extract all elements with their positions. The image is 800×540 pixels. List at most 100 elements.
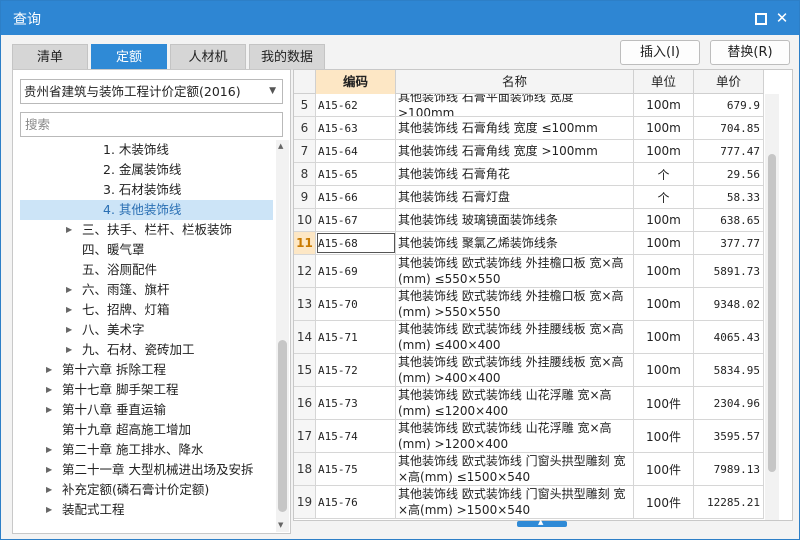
search-input[interactable]: 搜索	[20, 112, 283, 137]
expand-arrow-icon[interactable]: ▶	[66, 280, 72, 300]
row-number[interactable]: 12	[294, 255, 316, 287]
expand-arrow-icon[interactable]: ▶	[66, 340, 72, 360]
header-code[interactable]: 编码	[316, 70, 396, 94]
table-row[interactable]: 11 A15-68 其他装饰线 聚氯乙烯装饰线条 100m 377.77	[294, 232, 764, 255]
tree-item[interactable]: 4. 其他装饰线	[20, 200, 273, 220]
table-row[interactable]: 17 A15-74 其他装饰线 欧式装饰线 山花浮雕 宽×高(mm) >1200×4…	[294, 420, 764, 453]
scroll-up-icon[interactable]: ▲	[278, 142, 283, 150]
title-bar[interactable]: 查询 ✕	[1, 1, 799, 35]
tab-bill[interactable]: 清单	[12, 44, 88, 70]
cell-unit: 100m	[634, 321, 694, 353]
cell-code: A15-75	[316, 453, 396, 485]
row-number[interactable]: 10	[294, 209, 316, 231]
tree-item[interactable]: ▶ 装配式工程	[20, 500, 273, 520]
table-row[interactable]: 15 A15-72 其他装饰线 欧式装饰线 外挂腰线板 宽×高(mm) >400×4…	[294, 354, 764, 387]
grid-scrollbar[interactable]	[765, 94, 779, 520]
tree-item[interactable]: ▶ 七、招牌、灯箱	[20, 300, 273, 320]
row-number[interactable]: 14	[294, 321, 316, 353]
library-select[interactable]: 贵州省建筑与装饰工程计价定额(2016) ▼	[20, 79, 283, 104]
table-row[interactable]: 18 A15-75 其他装饰线 欧式装饰线 门窗头拱型雕刻 宽×高(mm) ≤150…	[294, 453, 764, 486]
panel-splitter[interactable]: ▲	[517, 518, 567, 527]
header-price[interactable]: 单价	[694, 70, 764, 94]
quota-tree-panel: 贵州省建筑与装饰工程计价定额(2016) ▼ 搜索 1. 木装饰线 2. 金属装饰…	[12, 69, 291, 534]
tree-item[interactable]: ▶ 第二十章 施工排水、降水	[20, 440, 273, 460]
grid-scrollbar-thumb[interactable]	[768, 154, 776, 472]
tree-item[interactable]: 五、浴厕配件	[20, 260, 273, 280]
replace-button[interactable]: 替换(R)	[710, 40, 790, 65]
expand-arrow-icon[interactable]: ▶	[66, 220, 72, 240]
expand-arrow-icon[interactable]: ▶	[46, 500, 52, 520]
row-number[interactable]: 17	[294, 420, 316, 452]
row-number[interactable]: 11	[294, 232, 316, 254]
header-name[interactable]: 名称	[396, 70, 634, 94]
tree-item-label: 第十九章 超高施工增加	[62, 422, 191, 437]
row-number[interactable]: 7	[294, 140, 316, 162]
row-number[interactable]: 5	[294, 94, 316, 116]
row-number[interactable]: 13	[294, 288, 316, 320]
table-row[interactable]: 14 A15-71 其他装饰线 欧式装饰线 外挂腰线板 宽×高(mm) ≤400×4…	[294, 321, 764, 354]
tree-item[interactable]: 第十九章 超高施工增加	[20, 420, 273, 440]
tree-item[interactable]: ▶ 六、雨篷、旗杆	[20, 280, 273, 300]
tree-item[interactable]: ▶ 八、美术字	[20, 320, 273, 340]
row-number[interactable]: 18	[294, 453, 316, 485]
chevron-up-icon[interactable]: ▲	[538, 518, 543, 526]
cell-code: A15-67	[316, 209, 396, 231]
expand-arrow-icon[interactable]: ▶	[46, 360, 52, 380]
row-number[interactable]: 19	[294, 486, 316, 518]
row-number[interactable]: 6	[294, 117, 316, 139]
tab-my-data[interactable]: 我的数据	[249, 44, 325, 70]
table-row[interactable]: 19 A15-76 其他装饰线 欧式装饰线 门窗头拱型雕刻 宽×高(mm) >150…	[294, 486, 764, 519]
table-row[interactable]: 10 A15-67 其他装饰线 玻璃镜面装饰线条 100m 638.65	[294, 209, 764, 232]
table-row[interactable]: 16 A15-73 其他装饰线 欧式装饰线 山花浮雕 宽×高(mm) ≤1200×4…	[294, 387, 764, 420]
row-number[interactable]: 16	[294, 387, 316, 419]
tree-item[interactable]: 1. 木装饰线	[20, 140, 273, 160]
tree-item[interactable]: 2. 金属装饰线	[20, 160, 273, 180]
expand-arrow-icon[interactable]: ▶	[46, 480, 52, 500]
tree-item-label: 五、浴厕配件	[82, 262, 158, 277]
tree-item[interactable]: 3. 石材装饰线	[20, 180, 273, 200]
close-icon[interactable]: ✕	[774, 10, 790, 26]
table-row[interactable]: 12 A15-69 其他装饰线 欧式装饰线 外挂檐口板 宽×高(mm) ≤550×5…	[294, 255, 764, 288]
tab-materials[interactable]: 人材机	[170, 44, 246, 70]
row-number[interactable]: 15	[294, 354, 316, 386]
expand-arrow-icon[interactable]: ▶	[46, 400, 52, 420]
tree-item[interactable]: ▶ 三、扶手、栏杆、栏板装饰	[20, 220, 273, 240]
cell-unit: 100m	[634, 94, 694, 116]
insert-button[interactable]: 插入(I)	[620, 40, 700, 65]
tree-item[interactable]: ▶ 第十八章 垂直运输	[20, 400, 273, 420]
tree-item[interactable]: ▶ 补充定额(磷石膏计价定额)	[20, 480, 273, 500]
cell-name: 其他装饰线 玻璃镜面装饰线条	[396, 209, 634, 231]
cell-unit: 100件	[634, 453, 694, 485]
expand-arrow-icon[interactable]: ▶	[46, 440, 52, 460]
table-row[interactable]: 7 A15-64 其他装饰线 石膏角线 宽度 >100mm 100m 777.47	[294, 140, 764, 163]
expand-arrow-icon[interactable]: ▶	[46, 380, 52, 400]
header-unit[interactable]: 单位	[634, 70, 694, 94]
cell-name: 其他装饰线 欧式装饰线 外挂檐口板 宽×高(mm) >550×550	[396, 288, 634, 320]
cell-price: 704.85	[694, 117, 764, 139]
table-row[interactable]: 5 A15-62 其他装饰线 石膏平面装饰线 宽度 >100mm 100m 679.9	[294, 94, 764, 117]
maximize-icon[interactable]	[752, 10, 768, 26]
table-row[interactable]: 6 A15-63 其他装饰线 石膏角线 宽度 ≤100mm 100m 704.85	[294, 117, 764, 140]
chevron-down-icon[interactable]: ▼	[269, 80, 276, 103]
tree-item[interactable]: ▶ 第十七章 脚手架工程	[20, 380, 273, 400]
row-number[interactable]: 8	[294, 163, 316, 185]
row-number[interactable]: 9	[294, 186, 316, 208]
cell-unit: 100件	[634, 420, 694, 452]
expand-arrow-icon[interactable]: ▶	[46, 460, 52, 480]
tree-scrollbar[interactable]: ▲ ▼	[276, 140, 289, 532]
tab-quota[interactable]: 定额	[91, 44, 167, 70]
table-row[interactable]: 8 A15-65 其他装饰线 石膏角花个 29.56	[294, 163, 764, 186]
table-row[interactable]: 13 A15-70 其他装饰线 欧式装饰线 外挂檐口板 宽×高(mm) >550×5…	[294, 288, 764, 321]
tree-item[interactable]: ▶ 第十六章 拆除工程	[20, 360, 273, 380]
tree-item[interactable]: ▶ 第二十一章 大型机械进出场及安拆	[20, 460, 273, 480]
query-window: 查询 ✕ 清单 定额 人材机 我的数据 插入(I) 替换(R) 贵州省建筑与装饰…	[0, 0, 800, 540]
tree-item[interactable]: 四、暖气罩	[20, 240, 273, 260]
scroll-down-icon[interactable]: ▼	[278, 521, 283, 529]
cell-price: 7989.13	[694, 453, 764, 485]
tree-scrollbar-thumb[interactable]	[278, 340, 287, 512]
table-row[interactable]: 9 A15-66 其他装饰线 石膏灯盘个 58.33	[294, 186, 764, 209]
expand-arrow-icon[interactable]: ▶	[66, 320, 72, 340]
cell-name: 其他装饰线 欧式装饰线 外挂腰线板 宽×高(mm) ≤400×400	[396, 321, 634, 353]
tree-item[interactable]: ▶ 九、石材、瓷砖加工	[20, 340, 273, 360]
expand-arrow-icon[interactable]: ▶	[66, 300, 72, 320]
